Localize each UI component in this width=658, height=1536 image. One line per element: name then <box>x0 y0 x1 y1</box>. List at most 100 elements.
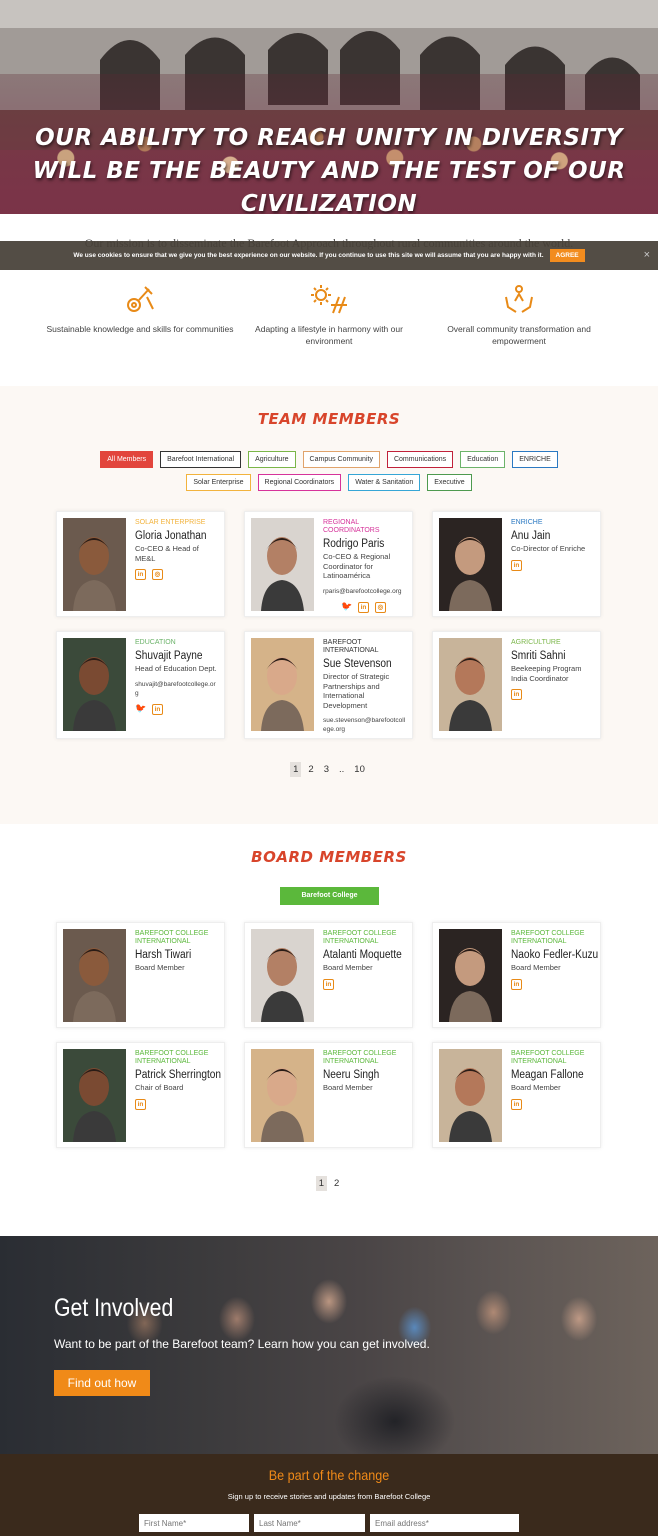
page-link[interactable]: 1 <box>290 762 302 777</box>
member-name: Patrick Sherrington <box>135 1069 222 1081</box>
member-name: Harsh Tiwari <box>135 949 192 961</box>
page-link[interactable]: 3 <box>321 762 332 777</box>
filter-chip[interactable]: Agriculture <box>248 451 296 468</box>
member-role: Co-CEO & Head of ME&L <box>135 544 199 563</box>
filter-chip[interactable]: Solar Enterprise <box>186 474 251 491</box>
member-role: Board Member <box>323 1083 373 1092</box>
member-role: Board Member <box>323 963 373 972</box>
linkedin-icon[interactable]: in <box>135 1098 146 1110</box>
filter-chip[interactable]: Executive <box>427 474 472 491</box>
board-card: Barefoot College International Neeru Sing… <box>244 1042 413 1148</box>
twitter-icon[interactable]: 🐦 <box>135 703 146 715</box>
member-category: Regional Coordinators <box>323 519 380 534</box>
cookie-message: We use cookies to ensure that we give yo… <box>73 252 544 259</box>
linkedin-icon[interactable]: in <box>511 689 522 700</box>
linkedin-icon[interactable]: in <box>323 978 334 990</box>
member-photo <box>439 929 502 1022</box>
member-info: Education Shuvajit Payne Head of Education… <box>135 639 218 715</box>
filter-chip[interactable]: ENRICHE <box>512 451 558 468</box>
filter-chip[interactable]: Campus Community <box>302 451 380 468</box>
page-link[interactable]: 2 <box>305 762 316 777</box>
member-email[interactable]: sue.stevenson@barefootcollege.org <box>323 716 406 734</box>
instagram-icon[interactable]: ◎ <box>375 601 386 613</box>
first-name-field[interactable] <box>139 1514 249 1532</box>
member-photo <box>439 638 502 731</box>
cookie-close-icon[interactable]: × <box>644 249 650 261</box>
member-name: Rodrigo Paris <box>323 538 385 550</box>
social-links: in <box>511 559 594 571</box>
newsletter-text: Sign up to receive stories and updates f… <box>227 1492 431 1501</box>
hands-icon <box>505 285 533 313</box>
last-name-field[interactable] <box>254 1514 365 1532</box>
linkedin-icon[interactable]: in <box>511 1098 522 1110</box>
member-info: Barefoot College International Patrick Sh… <box>135 1050 221 1110</box>
social-links: 🐦 in ◎ <box>341 601 406 613</box>
board-filter-chip[interactable]: Barefoot College International <box>280 887 379 917</box>
member-category: Barefoot College International <box>135 930 209 945</box>
get-involved-title: Get Involved <box>54 1294 174 1322</box>
email-field[interactable] <box>370 1514 519 1532</box>
member-info: Regional Coordinators Rodrigo Paris Co-CEO… <box>323 519 406 613</box>
linkedin-icon[interactable]: in <box>358 601 369 613</box>
member-category: Barefoot College International <box>323 1050 397 1065</box>
filter-chip[interactable]: Communications <box>386 451 454 468</box>
member-photo <box>251 929 314 1022</box>
instagram-icon[interactable]: ◎ <box>152 569 163 580</box>
member-photo <box>251 638 314 731</box>
twitter-icon[interactable]: 🐦 <box>341 601 352 613</box>
page-link: .. <box>339 764 345 775</box>
member-category: Education <box>135 639 176 646</box>
member-category: Barefoot College International <box>135 1050 209 1065</box>
filter-chip[interactable]: All Members <box>100 451 154 468</box>
features-row: Sustainable knowledge and skills for com… <box>0 280 658 386</box>
page-link[interactable]: 1 <box>315 1176 327 1191</box>
feature-item: Sustainable knowledge and skills for com… <box>45 283 235 335</box>
linkedin-icon[interactable]: in <box>135 569 146 580</box>
team-title: Team Members <box>257 410 401 428</box>
feature-text: Adapting a lifestyle in harmony with our… <box>255 324 403 346</box>
newsletter-title: Be part of the change <box>268 1467 390 1483</box>
team-card: Barefoot International Sue Stevenson Direc… <box>244 631 413 739</box>
member-role: Board Member <box>135 963 185 972</box>
social-links: in ◎ <box>135 569 218 580</box>
get-involved-banner: Get Involved Want to be part of the Bare… <box>0 1236 658 1454</box>
linkedin-icon[interactable]: in <box>152 703 163 715</box>
member-role: Chair of Board <box>135 1083 184 1092</box>
find-out-how-button[interactable]: Find out how <box>54 1370 150 1396</box>
get-involved-text: Want to be part of the Barefoot team? Le… <box>54 1337 430 1351</box>
member-category: Barefoot College International <box>511 1050 585 1065</box>
cookie-agree-button[interactable]: AGREE <box>549 249 585 262</box>
linkedin-icon[interactable]: in <box>511 978 522 990</box>
member-role: Board Member <box>511 1083 561 1092</box>
member-photo <box>439 1049 502 1142</box>
board-section: Board Members Barefoot College Internati… <box>0 824 658 1236</box>
page-link[interactable]: 2 <box>331 1176 342 1191</box>
member-role: Beekeeping Program India Coordinator <box>511 664 582 683</box>
member-name: Meagan Fallone <box>511 1069 584 1081</box>
filter-chip[interactable]: Education <box>460 451 506 468</box>
linkedin-icon[interactable]: in <box>511 559 522 571</box>
member-name: Anu Jain <box>511 530 551 542</box>
member-info: Barefoot College International Atalanti M… <box>323 930 406 990</box>
member-role: Head of Education Dept. <box>135 664 217 673</box>
member-email[interactable]: rparis@barefootcollege.org <box>323 587 406 596</box>
filter-chip[interactable]: Barefoot International <box>160 451 242 468</box>
member-info: ENRICHE Anu Jain Co-Director of Enriche in <box>511 519 594 571</box>
page-link[interactable]: 10 <box>351 762 368 777</box>
team-card: Regional Coordinators Rodrigo Paris Co-CEO… <box>244 511 413 617</box>
board-card: Barefoot College International Atalanti M… <box>244 922 413 1028</box>
member-email[interactable]: shuvajit@barefootcollege.org <box>135 680 218 698</box>
social-links: in <box>511 689 594 700</box>
filter-chip[interactable]: Water & Sanitation <box>348 474 421 491</box>
member-info: Barefoot International Sue Stevenson Direc… <box>323 639 406 734</box>
board-card: Barefoot College International Harsh Tiwa… <box>56 922 225 1028</box>
board-title: Board Members <box>251 848 407 866</box>
filter-chip[interactable]: Regional Coordinators <box>257 474 342 491</box>
member-name: Gloria Jonathan <box>135 530 207 542</box>
social-links: in <box>511 978 594 990</box>
member-info: Barefoot College International Naoko Fedl… <box>511 930 598 990</box>
member-name: Shuvajit Payne <box>135 650 203 662</box>
member-info: Solar Enterprise Gloria Jonathan Co-CEO & … <box>135 519 218 580</box>
member-name: Neeru Singh <box>323 1069 380 1081</box>
member-info: Barefoot College International Neeru Sing… <box>323 1050 406 1093</box>
